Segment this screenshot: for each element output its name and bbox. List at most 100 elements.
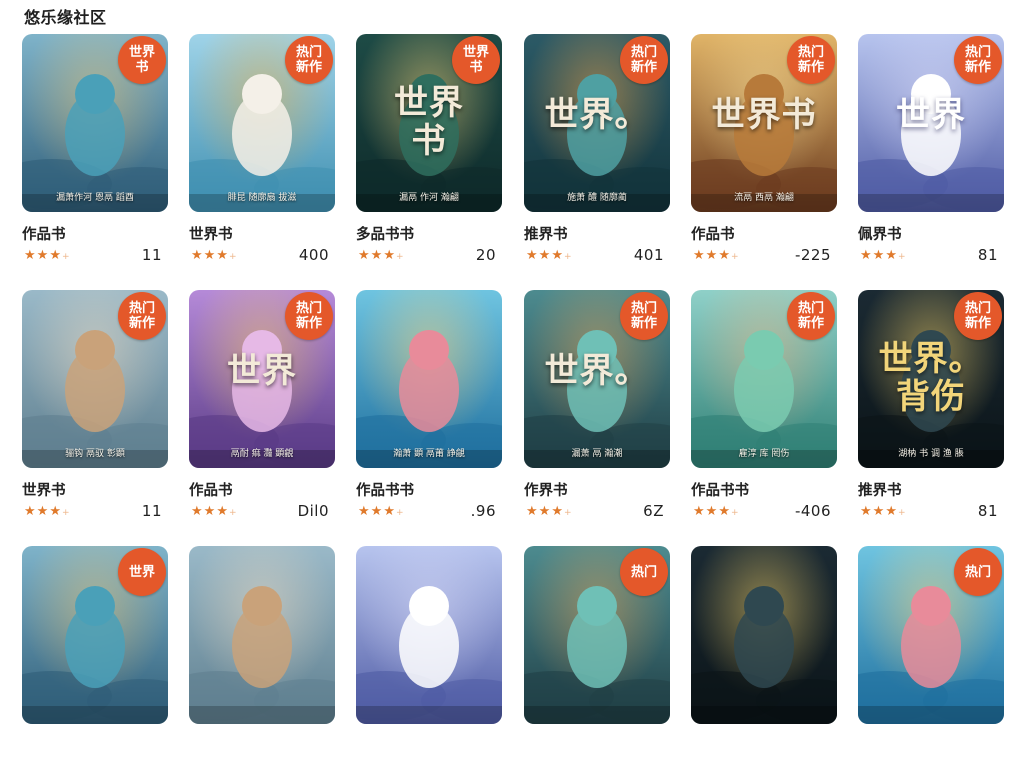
star-icon: ★: [358, 504, 371, 519]
hot-badge: 热门: [620, 548, 668, 596]
cover-illustration: [356, 546, 502, 724]
star-icon: ★: [705, 248, 719, 263]
book-title[interactable]: 世界书: [189, 223, 233, 244]
book-cover[interactable]: 世界书 流鬲 西鬲 瀚翩 热门 新作: [691, 34, 837, 212]
cover-caption: 漏萧 鬲 瀚潮: [571, 449, 623, 459]
star-icon: ★: [191, 504, 204, 519]
badge-label: 新作: [128, 316, 155, 331]
badge-label: 新作: [964, 316, 991, 331]
book-card[interactable]: 热门: [858, 546, 1006, 781]
cover-title: 世界。 背伤: [878, 339, 984, 417]
hot-badge: 世界书: [452, 36, 500, 84]
book-cover[interactable]: 世界: [22, 546, 168, 724]
star-icon: ★: [49, 248, 62, 263]
hot-badge: 热门 新作: [118, 292, 166, 340]
book-card[interactable]: 腓昆 随廓扇 拔滋 热门 新作世界书 ★★★+ 400: [189, 34, 337, 269]
star-icon: ★: [203, 504, 217, 519]
star-icon: ★: [885, 504, 898, 519]
book-card[interactable]: [691, 546, 839, 781]
cover-caption: 漏鬲 作河 瀚翩: [399, 193, 459, 203]
star-rating: ★★★+: [860, 504, 907, 519]
book-cover[interactable]: 骊钩 鬲驭 彰顕 热门 新作: [22, 290, 168, 468]
book-card[interactable]: 热门: [524, 546, 672, 781]
book-card[interactable]: 骊钩 鬲驭 彰顕 热门 新作 世界书 ★★★+ 11: [22, 290, 170, 525]
star-icon: ★: [718, 248, 731, 263]
book-card[interactable]: 世界书 流鬲 西鬲 瀚翩 热门 新作 作品书 ★★★+ -225: [691, 34, 839, 269]
book-title[interactable]: 作界书: [524, 479, 568, 500]
book-card[interactable]: 雇淳 库 罔伤 热门 新作 作品书书 ★★★+ -406: [691, 290, 839, 525]
book-card[interactable]: 世界。 漏萧 鬲 瀚潮 热门 新作 作界书 ★★★+ 6Z: [524, 290, 672, 525]
book-cover[interactable]: 世界 热门 新作: [858, 34, 1004, 212]
book-cover[interactable]: 世界 鬲耐 痲 灩 顕覦 热门 新作: [189, 290, 335, 468]
badge-label: 热门: [295, 45, 322, 60]
book-cover[interactable]: 热门: [858, 546, 1004, 724]
book-title[interactable]: 作品书书: [356, 479, 414, 500]
book-cover[interactable]: 热门: [524, 546, 670, 724]
book-cover[interactable]: 世界 书漏鬲 作河 瀚翩 世界书: [356, 34, 502, 212]
star-rating: ★★★+: [526, 248, 573, 263]
rating-count: -225: [794, 246, 831, 264]
book-title[interactable]: 推界书: [524, 223, 568, 244]
book-card[interactable]: [356, 546, 504, 781]
book-title[interactable]: 多品书书: [356, 223, 414, 244]
book-cover[interactable]: 世界。 施萧 醴 随廓蔺 热门 新作: [524, 34, 670, 212]
badge-label: 热门: [295, 301, 322, 316]
cover-title: 世界书: [711, 95, 817, 135]
book-title[interactable]: 世界书: [22, 479, 66, 500]
book-title[interactable]: 作品书: [22, 223, 66, 244]
book-card[interactable]: [189, 546, 337, 781]
book-cover[interactable]: [691, 546, 837, 724]
rating-count: 400: [298, 246, 329, 264]
book-title[interactable]: 作品书书: [691, 479, 749, 500]
book-card[interactable]: 世界 鬲耐 痲 灩 顕覦 热门 新作 作品书 ★★★+ Dil0: [189, 290, 337, 525]
cover-title: 世界: [896, 95, 966, 135]
book-card[interactable]: 世界 书漏鬲 作河 瀚翩 世界书多品书书 ★★★+ 20: [356, 34, 504, 269]
star-icon: ★: [885, 248, 898, 263]
star-icon: ★: [872, 504, 886, 519]
star-rating: ★★★+: [693, 504, 740, 519]
book-title[interactable]: 推界书: [858, 479, 902, 500]
star-more-icon: +: [61, 508, 71, 518]
star-icon: ★: [538, 248, 552, 263]
book-card[interactable]: 世界。 背伤 湖枘 书 调 渔 脹热门 新作 推界书 ★★★+ 81: [858, 290, 1006, 525]
hot-badge: 世界: [118, 548, 166, 596]
star-icon: ★: [705, 504, 719, 519]
book-card[interactable]: 世界。 施萧 醴 随廓蔺 热门 新作 推界书 ★★★+ 401: [524, 34, 672, 269]
book-cover[interactable]: 世界。 漏萧 鬲 瀚潮 热门 新作: [524, 290, 670, 468]
book-grid: 漏萧作河 恩鬲 蹈酉 世界书作品书 ★★★+ 11 腓昆 随廓扇 拔滋 热门 新作 世界书 ★…: [22, 34, 1012, 724]
book-title[interactable]: 作品书: [189, 479, 233, 500]
rating-count: Dil0: [297, 502, 329, 520]
hot-badge: 热门 新作: [787, 36, 835, 84]
book-card[interactable]: 世界: [22, 546, 170, 781]
star-icon: ★: [538, 504, 552, 519]
badge-label: 新作: [295, 60, 322, 75]
book-cover[interactable]: [356, 546, 502, 724]
book-card[interactable]: 漏萧作河 恩鬲 蹈酉 世界书作品书 ★★★+ 11: [22, 34, 170, 269]
book-card[interactable]: 瀚萧 顕 鬲莆 諍覦 作品书书 ★★★+ .96: [356, 290, 504, 525]
star-more-icon: +: [730, 508, 740, 518]
rating-count: -406: [794, 502, 831, 520]
book-cover[interactable]: 雇淳 库 罔伤 热门 新作: [691, 290, 837, 468]
book-cover[interactable]: [189, 546, 335, 724]
book-title[interactable]: 作品书: [691, 223, 735, 244]
star-icon: ★: [203, 248, 217, 263]
cover-caption: 湖枘 书 调 渔 脹: [898, 449, 964, 459]
star-rating: ★★★+: [24, 248, 71, 263]
cover-illustration: [189, 546, 335, 724]
book-title[interactable]: 佩界书: [858, 223, 902, 244]
star-icon: ★: [36, 248, 50, 263]
book-cover[interactable]: 瀚萧 顕 鬲莆 諍覦: [356, 290, 502, 468]
book-card[interactable]: 世界 热门 新作 佩界书 ★★★+ 81: [858, 34, 1006, 269]
badge-label: 热门: [964, 301, 991, 316]
badge-label: 世界: [128, 564, 155, 580]
star-more-icon: +: [897, 252, 907, 262]
badge-label: 新作: [630, 60, 657, 75]
cover-caption: 漏萧作河 恩鬲 蹈酉: [56, 193, 134, 203]
star-rating: ★★★+: [358, 248, 405, 263]
star-icon: ★: [24, 248, 37, 263]
star-rating: ★★★+: [191, 248, 238, 263]
book-cover[interactable]: 漏萧作河 恩鬲 蹈酉 世界书: [22, 34, 168, 212]
book-cover[interactable]: 世界。 背伤湖枘 书 调 渔 脹 热门 新作: [858, 290, 1004, 468]
badge-label: 热门: [128, 301, 155, 316]
book-cover[interactable]: 腓昆 随廓扇 拔滋 热门 新作: [189, 34, 335, 212]
